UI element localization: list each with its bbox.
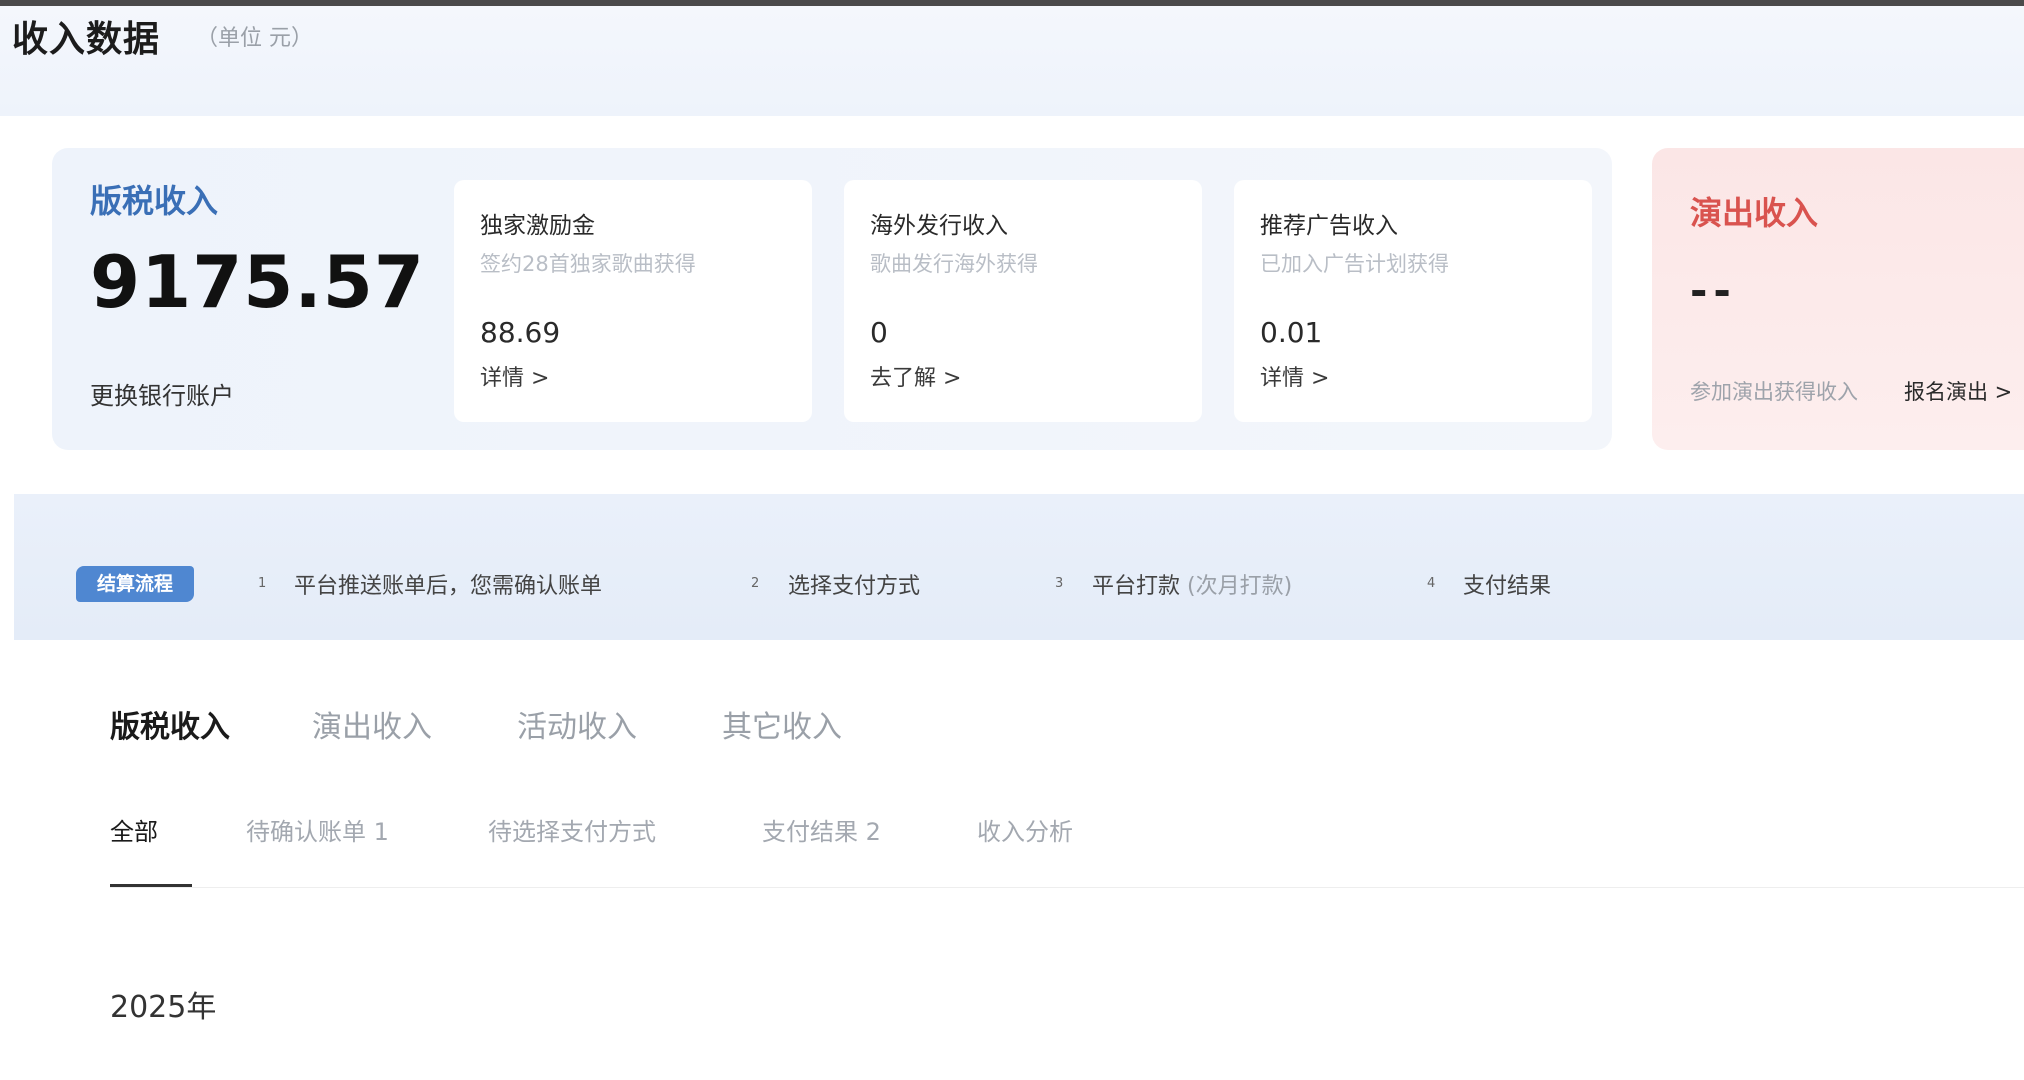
recommended-ad-income-card: 推荐广告收入 已加入广告计划获得 0.01 详情 > xyxy=(1234,180,1592,422)
flow-step-platform-payout: 平台打款 (次月打款) xyxy=(1092,574,1293,599)
overseas-distribution-card: 海外发行收入 歌曲发行海外获得 0 去了解 > xyxy=(844,180,1202,422)
ad-income-details-link[interactable]: 详情 > xyxy=(1260,360,1329,392)
exclusive-incentive-details-link[interactable]: 详情 > xyxy=(480,360,549,392)
card-value: 88.69 xyxy=(480,316,561,349)
subtab-pending-bill-confirmation[interactable]: 待确认账单 1 xyxy=(246,812,389,847)
subtab-all[interactable]: 全部 xyxy=(110,812,158,847)
card-value: 0 xyxy=(870,316,888,349)
change-bank-account-link[interactable]: 更换银行账户 xyxy=(90,376,234,411)
header-band: 收入数据 （单位 元） xyxy=(0,6,2024,116)
flow-step-choose-payment: 选择支付方式 xyxy=(788,574,921,599)
performance-income-title: 演出收入 xyxy=(1690,194,1819,232)
tab-activity-income[interactable]: 活动收入 xyxy=(517,702,637,746)
register-performance-link[interactable]: 报名演出 > xyxy=(1904,376,2012,406)
subtab-payment-result[interactable]: 支付结果 2 xyxy=(762,812,881,847)
page-title: 收入数据 xyxy=(12,19,161,60)
tab-performance-income[interactable]: 演出收入 xyxy=(312,702,432,746)
subtab-pending-payment-method[interactable]: 待选择支付方式 xyxy=(488,812,656,847)
performance-income-card: 演出收入 -- 参加演出获得收入 报名演出 > xyxy=(1652,148,2024,450)
settlement-flow-badge: 结算流程 xyxy=(76,566,194,602)
flow-step-confirm-bill: 平台推送账单后，您需确认账单 xyxy=(294,574,603,599)
card-title: 独家激励金 xyxy=(480,213,595,239)
card-value: 0.01 xyxy=(1260,316,1323,349)
card-title: 推荐广告收入 xyxy=(1260,213,1398,239)
card-title: 海外发行收入 xyxy=(870,213,1008,239)
tab-other-income[interactable]: 其它收入 xyxy=(722,702,842,746)
exclusive-incentive-card: 独家激励金 签约28首独家歌曲获得 88.69 详情 > xyxy=(454,180,812,422)
flow-step-number: 1 xyxy=(258,576,267,591)
flow-step-number: 3 xyxy=(1055,576,1064,591)
flow-step-number: 2 xyxy=(751,576,760,591)
flow-step-payment-result: 支付结果 xyxy=(1463,574,1552,599)
card-description: 歌曲发行海外获得 xyxy=(870,252,1038,276)
flow-step-number: 4 xyxy=(1427,576,1436,591)
subtab-income-analysis[interactable]: 收入分析 xyxy=(977,812,1073,847)
performance-income-description: 参加演出获得收入 xyxy=(1690,380,1858,404)
card-description: 签约28首独家歌曲获得 xyxy=(480,252,696,276)
overseas-learn-more-link[interactable]: 去了解 > xyxy=(870,360,961,392)
royalty-income-title: 版税收入 xyxy=(90,182,219,220)
subtab-divider xyxy=(110,887,2024,888)
performance-income-value: -- xyxy=(1690,266,1737,315)
page-unit-label: （单位 元） xyxy=(196,26,313,51)
royalty-income-amount: 9175.57 xyxy=(90,240,425,324)
card-description: 已加入广告计划获得 xyxy=(1260,252,1449,276)
tab-royalty-income[interactable]: 版税收入 xyxy=(110,702,230,746)
year-section-label: 2025年 xyxy=(110,990,217,1025)
settlement-flow-band xyxy=(14,494,2024,640)
